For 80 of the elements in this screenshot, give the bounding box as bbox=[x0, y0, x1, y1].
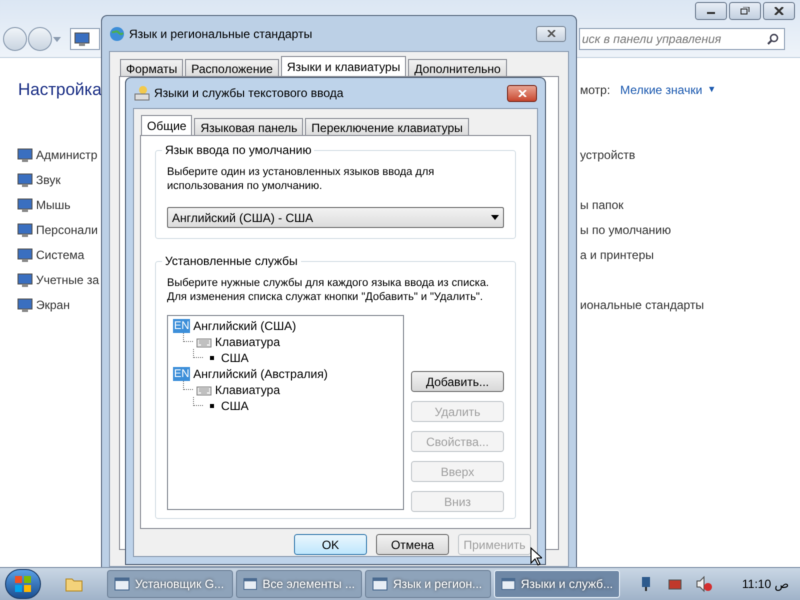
applet-link[interactable]: а и принтеры bbox=[580, 246, 704, 271]
globe-icon bbox=[109, 26, 125, 42]
group-title: Язык ввода по умолчанию bbox=[162, 143, 314, 157]
applet-icon bbox=[17, 272, 33, 288]
search-icon bbox=[767, 33, 779, 45]
applet-link[interactable]: Персонали bbox=[36, 221, 98, 239]
tree-item[interactable]: США bbox=[221, 349, 249, 367]
tree-item[interactable]: Клавиатура bbox=[215, 333, 280, 351]
close-icon bbox=[546, 30, 556, 37]
window-icon bbox=[243, 576, 258, 592]
group-title: Установленные службы bbox=[162, 254, 301, 268]
applet-icon bbox=[17, 247, 33, 263]
applet-link[interactable]: Мышь bbox=[36, 196, 70, 214]
tab[interactable]: Переключение клавиатуры bbox=[305, 118, 469, 135]
tree-item[interactable]: США bbox=[221, 397, 249, 415]
tab[interactable]: Языковая панель bbox=[194, 118, 304, 135]
group-description: Выберите нужные службы для каждого языка ввода из списка. Для изменения списка служат кнопки "Добавить" и "Удалить". bbox=[167, 276, 490, 304]
applet-icon bbox=[17, 197, 33, 213]
dialog-button[interactable]: Отмена bbox=[376, 534, 449, 555]
tree-item[interactable]: Английский (США) bbox=[193, 317, 296, 335]
dialog-button[interactable]: Добавить... bbox=[411, 371, 504, 392]
taskbar-button[interactable]: Языки и служб... bbox=[494, 570, 620, 598]
view-dropdown[interactable]: Мелкие значки ▼ bbox=[620, 81, 716, 99]
window-title: Языки и службы текстового ввода bbox=[154, 85, 344, 102]
clock: 11:10 ص bbox=[742, 576, 790, 593]
applet-link[interactable]: ы по умолчанию bbox=[580, 221, 704, 246]
tab[interactable]: Общие bbox=[141, 115, 192, 135]
tab[interactable]: Форматы bbox=[120, 59, 184, 76]
search-field[interactable]: иск в панели управления bbox=[579, 28, 785, 50]
mouse-cursor-icon bbox=[530, 547, 542, 566]
window-title: Язык и региональные стандарты bbox=[129, 26, 312, 42]
applet-icon bbox=[17, 222, 33, 238]
speaker-muted-icon bbox=[696, 576, 712, 592]
tree-line bbox=[193, 349, 203, 358]
window-icon bbox=[372, 576, 388, 592]
applet-link[interactable]: Экран bbox=[36, 296, 70, 314]
applet-link[interactable]: Учетные за bbox=[36, 271, 100, 289]
bullet-icon bbox=[210, 356, 214, 360]
window-icon bbox=[114, 576, 130, 592]
applet-link[interactable]: Администр bbox=[36, 146, 98, 164]
dialog-button[interactable]: OK bbox=[294, 534, 367, 555]
language-badge: EN bbox=[173, 319, 190, 333]
view-label: мотр: bbox=[580, 82, 610, 99]
minimize-button[interactable] bbox=[695, 2, 727, 20]
applet-icon bbox=[74, 31, 90, 47]
close-icon bbox=[518, 90, 526, 96]
tab[interactable]: Дополнительно bbox=[408, 59, 507, 76]
applet-icon bbox=[17, 147, 33, 163]
applet-link[interactable]: устройств bbox=[580, 146, 704, 171]
window-icon bbox=[501, 576, 516, 592]
tree-item[interactable]: Английский (Австралия) bbox=[193, 365, 328, 383]
tree-item[interactable]: Клавиатура bbox=[215, 381, 280, 399]
dropdown-arrow-icon bbox=[491, 215, 499, 220]
tree-line bbox=[183, 381, 193, 390]
maximize-icon bbox=[740, 7, 750, 15]
tree-line bbox=[183, 333, 193, 342]
language-badge: EN bbox=[173, 367, 190, 381]
tab[interactable]: Расположение bbox=[185, 59, 279, 76]
start-button[interactable] bbox=[5, 569, 41, 599]
close-button[interactable] bbox=[507, 84, 537, 102]
close-icon bbox=[774, 7, 784, 15]
applet-icon bbox=[17, 172, 33, 188]
close-button[interactable] bbox=[763, 2, 795, 20]
windows-logo-icon bbox=[14, 575, 32, 593]
language-dropdown[interactable]: Английский (США) - США bbox=[167, 207, 504, 228]
close-button[interactable] bbox=[536, 26, 566, 42]
maximize-button[interactable] bbox=[729, 2, 761, 20]
group-description: Выберите один из установленных языков ввода для использования по умолчанию. bbox=[167, 165, 436, 193]
address-bar[interactable] bbox=[70, 28, 100, 50]
applet-link[interactable]: Звук bbox=[36, 171, 61, 189]
tree-line bbox=[193, 397, 203, 406]
bullet-icon bbox=[210, 404, 214, 408]
page-heading: Настройка bbox=[18, 79, 102, 101]
applet-link[interactable]: иональные стандарты bbox=[580, 296, 704, 321]
applet-icon bbox=[17, 297, 33, 313]
folder-icon bbox=[65, 576, 83, 592]
applet-link[interactable]: ы папок bbox=[580, 196, 704, 221]
tab[interactable]: Языки и клавиатуры bbox=[280, 56, 406, 76]
applet-link[interactable]: Система bbox=[36, 246, 84, 264]
caret-icon bbox=[53, 36, 61, 42]
